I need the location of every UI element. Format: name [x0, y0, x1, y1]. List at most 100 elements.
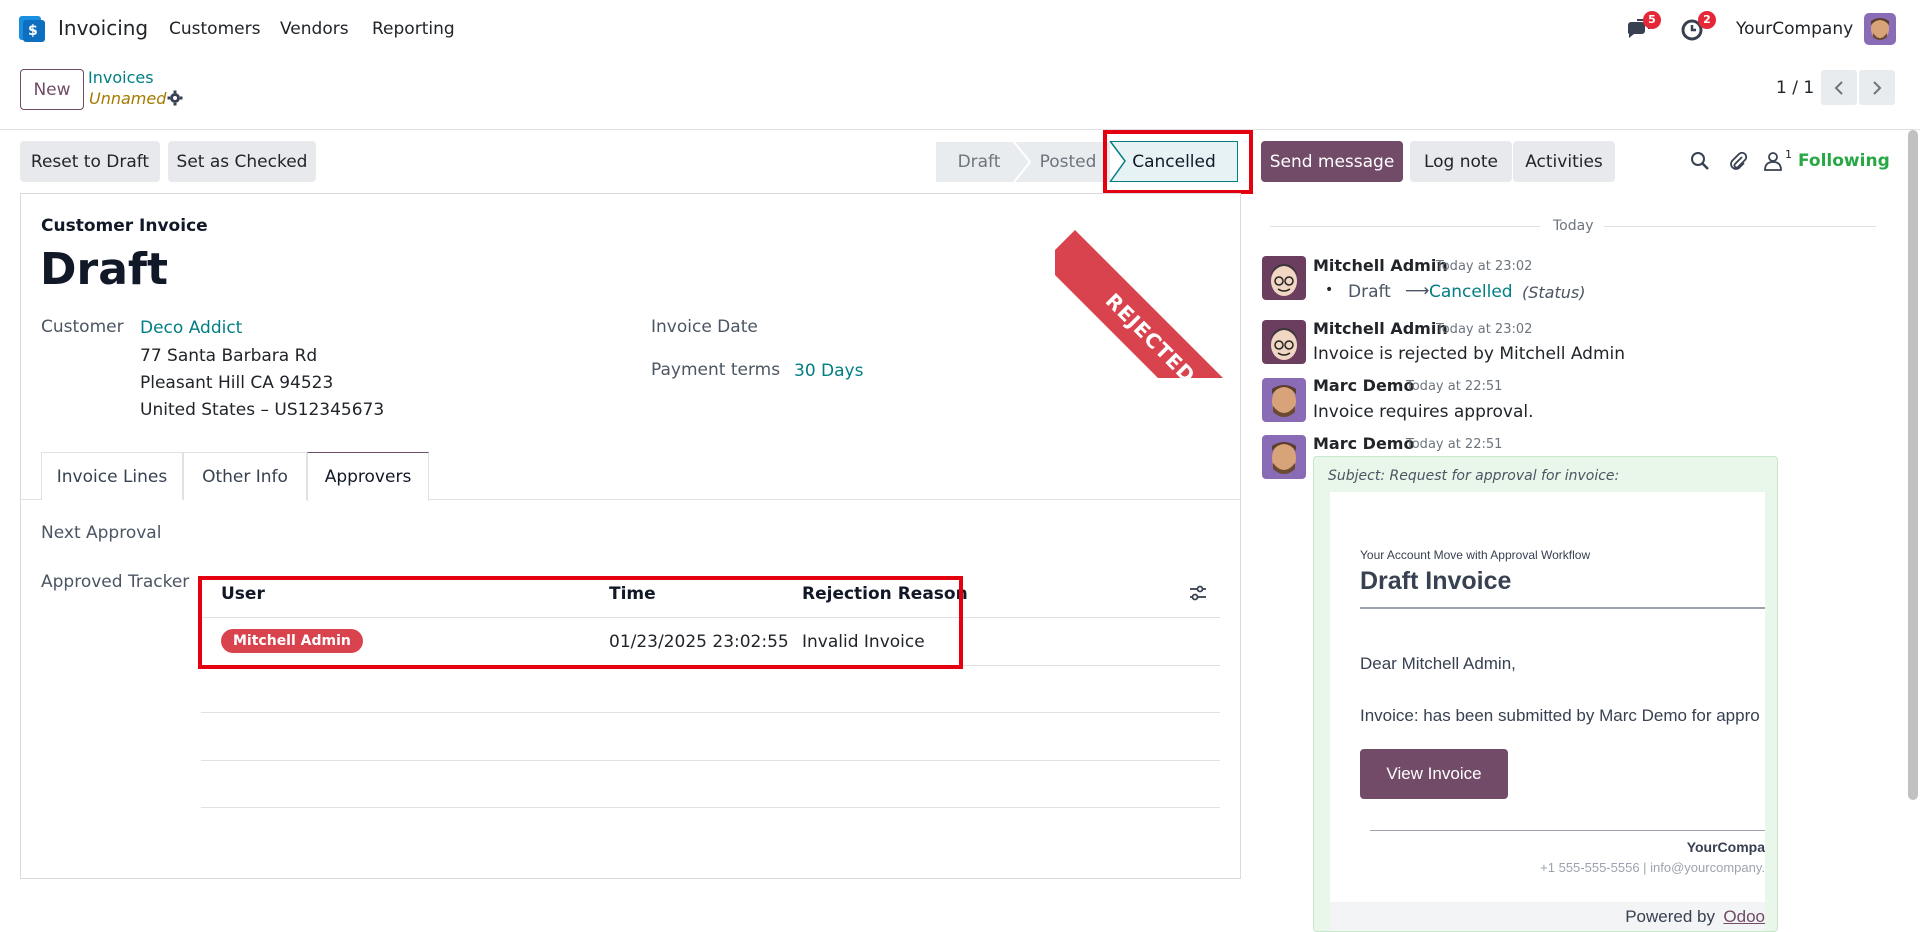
date-separator-line: [1270, 226, 1540, 227]
highlight-box-table: [198, 576, 963, 669]
message-date: Today at 23:02: [1436, 259, 1533, 274]
email-footer-company: YourCompa: [1686, 839, 1765, 855]
table-row-line: [201, 760, 1220, 761]
message-author[interactable]: Mitchell Admin: [1313, 256, 1448, 275]
avatar[interactable]: [1262, 320, 1306, 364]
tracking-old-value: Draft: [1348, 282, 1391, 302]
invoice-title: Draft: [40, 244, 169, 295]
stage-posted[interactable]: Posted: [1022, 142, 1114, 182]
email-footer-divider: [1370, 830, 1765, 831]
breadcrumb-current: Unnamed: [89, 89, 167, 108]
tracking-field: (Status): [1522, 283, 1586, 302]
message-date: Today at 23:02: [1436, 322, 1533, 337]
avatar[interactable]: [1262, 378, 1306, 422]
payment-terms-label: Payment terms: [651, 360, 781, 380]
invoice-date-label: Invoice Date: [651, 317, 758, 337]
arrow-right-icon: ⟶: [1405, 281, 1430, 301]
email-powered-bar: Powered by Odoo: [1330, 902, 1765, 931]
activities-badge: 2: [1698, 11, 1716, 29]
avatar-marc-icon: [1262, 378, 1306, 422]
avatar-mitchell-icon: [1262, 256, 1306, 300]
following-button[interactable]: Following: [1798, 151, 1890, 171]
message-body: Invoice requires approval.: [1313, 402, 1534, 422]
email-header-small: Your Account Move with Approval Workflow: [1360, 548, 1591, 562]
svg-text:$: $: [28, 23, 38, 39]
powered-by-text: Powered by: [1625, 907, 1715, 926]
powered-by-link[interactable]: Odoo: [1723, 907, 1765, 927]
message-date: Today at 22:51: [1406, 379, 1503, 394]
activities-button-chatter[interactable]: Activities: [1513, 141, 1615, 182]
email-footer-contact: +1 555-555-5556 | info@yourcompany.: [1540, 860, 1765, 875]
tab-approvers[interactable]: Approvers: [307, 452, 429, 501]
pager-next-button[interactable]: [1859, 70, 1895, 105]
email-body-frame: Your Account Move with Approval Workflow…: [1330, 492, 1765, 902]
column-settings-icon[interactable]: [1189, 584, 1207, 602]
reset-to-draft-button[interactable]: Reset to Draft: [20, 141, 160, 182]
top-navbar: $ Invoicing Customers Vendors Reporting …: [0, 0, 1920, 58]
menu-customers[interactable]: Customers: [169, 19, 260, 39]
email-subject: Subject: Request for approval for invoic…: [1328, 468, 1620, 484]
message-author[interactable]: Mitchell Admin: [1313, 319, 1448, 338]
email-message-bubble: Subject: Request for approval for invoic…: [1313, 456, 1778, 932]
follower-count: 1: [1785, 148, 1792, 161]
email-header-title: Draft Invoice: [1360, 567, 1512, 595]
highlight-box-status: [1103, 130, 1253, 194]
log-note-button[interactable]: Log note: [1410, 141, 1512, 182]
new-button[interactable]: New: [20, 69, 84, 110]
followers-icon[interactable]: [1763, 151, 1783, 171]
approved-tracker-label: Approved Tracker: [41, 572, 190, 592]
customer-link[interactable]: Deco Addict: [140, 318, 242, 338]
invoicing-app-icon[interactable]: $: [19, 16, 45, 42]
stage-draft[interactable]: Draft: [936, 142, 1022, 182]
email-greeting: Dear Mitchell Admin,: [1360, 654, 1516, 673]
date-separator: Today: [1553, 218, 1594, 234]
messages-badge: 5: [1643, 11, 1661, 29]
view-invoice-button[interactable]: View Invoice: [1360, 749, 1508, 799]
gear-icon[interactable]: [167, 90, 183, 106]
chevron-right-icon: [1873, 80, 1882, 95]
set-as-checked-button[interactable]: Set as Checked: [168, 141, 316, 182]
table-row-line: [201, 712, 1220, 713]
user-avatar[interactable]: [1864, 13, 1896, 45]
menu-vendors[interactable]: Vendors: [280, 19, 349, 39]
avatar[interactable]: [1262, 256, 1306, 300]
tab-invoice-lines[interactable]: Invoice Lines: [41, 452, 183, 500]
chevron-left-icon: [1834, 80, 1843, 95]
message-author[interactable]: Marc Demo: [1313, 434, 1414, 453]
ribbon-label: REJECTED: [1055, 230, 1245, 378]
paperclip-icon[interactable]: [1728, 151, 1748, 171]
table-row-line: [201, 807, 1220, 808]
control-panel-divider: [0, 129, 1920, 130]
send-message-button[interactable]: Send message: [1261, 141, 1403, 182]
message-author[interactable]: Marc Demo: [1313, 376, 1414, 395]
tracking-new-value: Cancelled: [1429, 282, 1513, 302]
activities-button[interactable]: 2: [1680, 11, 1716, 42]
payment-terms-value[interactable]: 30 Days: [794, 361, 863, 381]
email-header-divider: [1360, 607, 1765, 609]
avatar-face-icon: [1864, 13, 1896, 45]
avatar-marc-icon: [1262, 435, 1306, 479]
pager-previous-button[interactable]: [1821, 70, 1857, 105]
email-body-text: Invoice: has been submitted by Marc Demo…: [1360, 706, 1760, 725]
chatter-scrollbar[interactable]: [1908, 130, 1918, 800]
avatar[interactable]: [1262, 435, 1306, 479]
company-switcher[interactable]: YourCompany: [1736, 19, 1853, 39]
address-line-2: Pleasant Hill CA 94523: [140, 373, 334, 393]
address-line-1: 77 Santa Barbara Rd: [140, 346, 318, 366]
message-body: Invoice is rejected by Mitchell Admin: [1313, 344, 1626, 364]
message-date: Today at 22:51: [1406, 437, 1503, 452]
bullet: •: [1325, 282, 1334, 298]
date-separator-line: [1604, 226, 1876, 227]
messages-button[interactable]: 5: [1625, 11, 1661, 42]
avatar-mitchell-icon: [1262, 320, 1306, 364]
stage-separator: [1013, 142, 1032, 182]
document-type: Customer Invoice: [41, 216, 208, 236]
menu-reporting[interactable]: Reporting: [372, 19, 455, 39]
breadcrumb-invoices[interactable]: Invoices: [88, 68, 154, 87]
app-name[interactable]: Invoicing: [58, 16, 148, 40]
tab-other-info[interactable]: Other Info: [183, 452, 307, 500]
pager-value[interactable]: 1 / 1: [1776, 78, 1814, 98]
search-icon[interactable]: [1690, 151, 1710, 171]
customer-label: Customer: [41, 317, 124, 337]
address-line-3: United States – US12345673: [140, 400, 385, 420]
